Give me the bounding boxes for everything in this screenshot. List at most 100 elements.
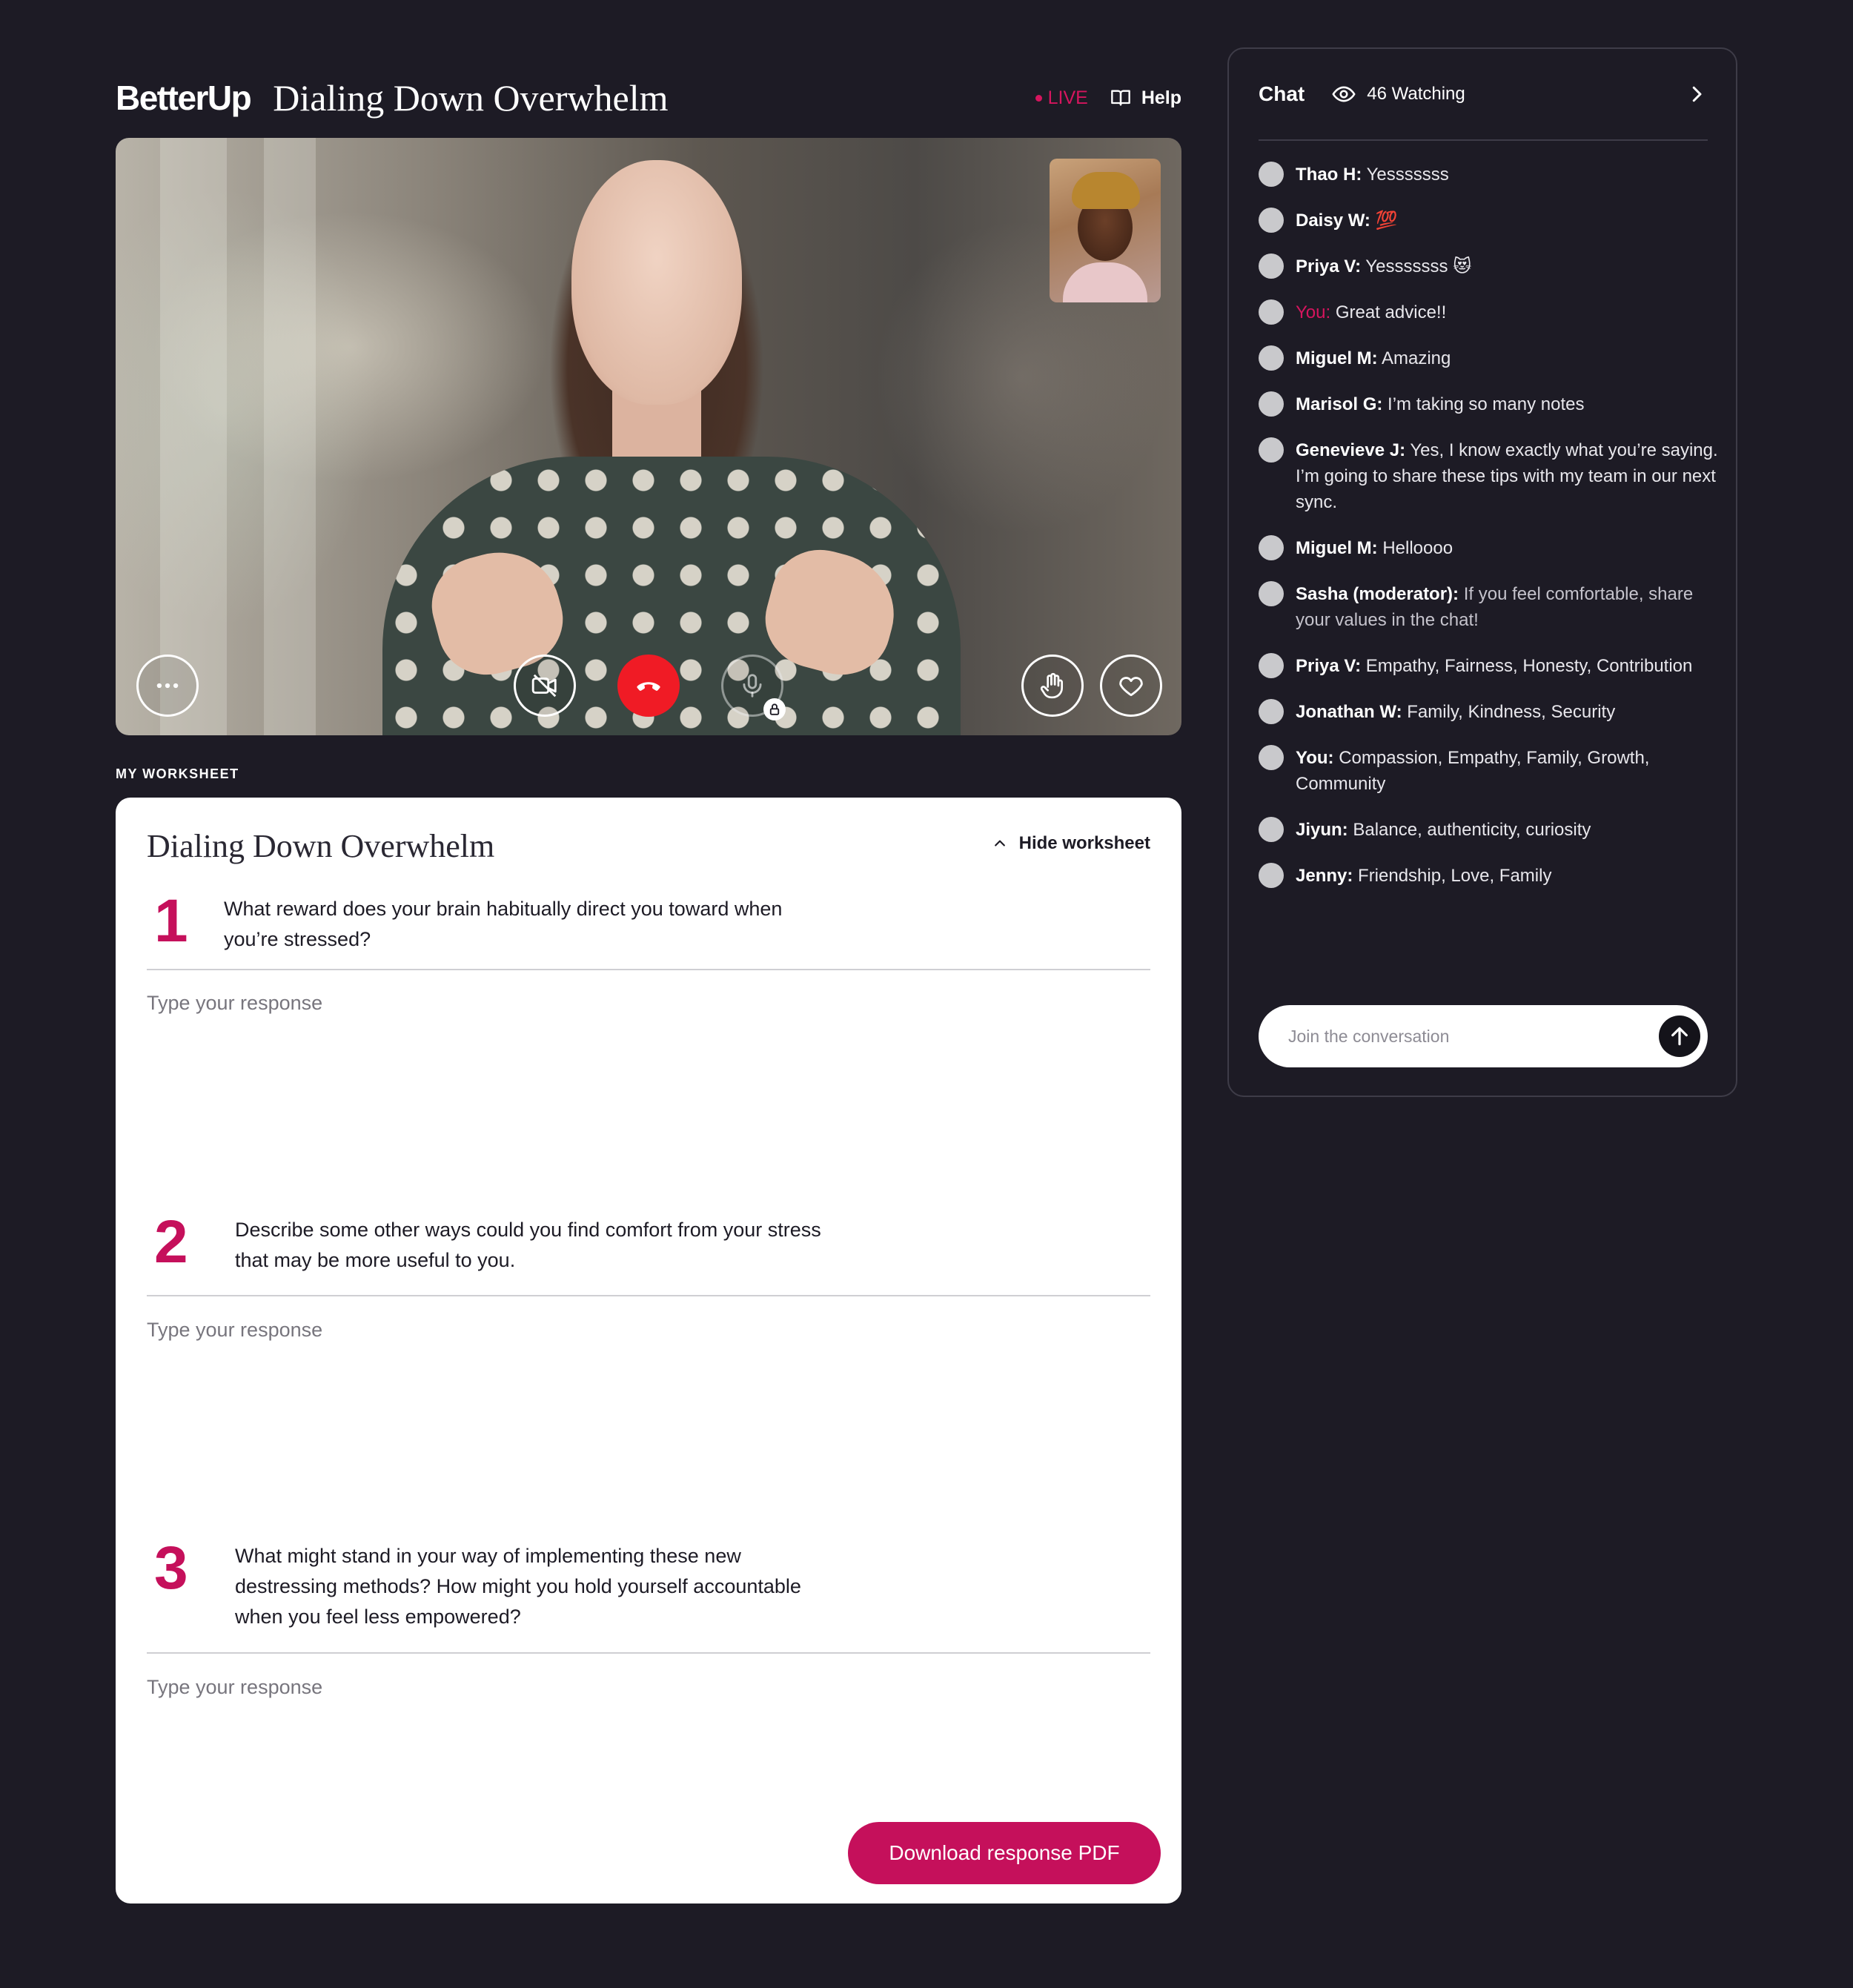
chat-message: Jenny: Friendship, Love, Family — [1259, 863, 1718, 889]
message-text: Great advice!! — [1335, 302, 1447, 322]
question-number: 2 — [154, 1208, 188, 1276]
message-author: Priya V: — [1296, 656, 1362, 676]
message-text: I’m taking so many notes — [1388, 394, 1585, 414]
question-number: 3 — [154, 1534, 188, 1602]
question-text: What reward does your brain habitually d… — [224, 898, 783, 950]
message-text: Family, Kindness, Security — [1407, 702, 1616, 722]
microphone-icon — [743, 674, 762, 698]
message-text: Empathy, Fairness, Honesty, Contribution — [1365, 656, 1693, 676]
chat-message: Miguel M: Amazing — [1259, 345, 1718, 371]
message-author: Priya V: — [1296, 256, 1362, 276]
self-view-thumbnail[interactable] — [1050, 159, 1161, 302]
heart-icon — [1119, 677, 1143, 697]
message-text: Friendship, Love, Family — [1358, 866, 1552, 886]
worksheet-title: Dialing Down Overwhelm — [147, 828, 495, 864]
message-text: Helloooo — [1382, 538, 1453, 558]
hide-worksheet-button[interactable]: Hide worksheet — [992, 833, 1150, 854]
response-input[interactable] — [147, 1319, 1150, 1482]
raise-hand-icon — [1040, 672, 1064, 699]
message-text: Yesssssss 😻 — [1365, 256, 1472, 276]
message-author: Genevieve J: — [1296, 440, 1406, 460]
page-title: Dialing Down Overwhelm — [273, 77, 669, 119]
message-text: Balance, authenticity, curiosity — [1353, 820, 1591, 840]
response-input[interactable] — [147, 992, 1150, 1155]
question-text: What might stand in your way of implemen… — [235, 1545, 801, 1628]
raise-hand-button[interactable] — [1021, 655, 1084, 717]
end-call-button[interactable] — [617, 655, 680, 717]
message-author: Sasha (moderator): — [1296, 584, 1459, 604]
divider — [147, 1652, 1150, 1654]
live-label: LIVE — [1047, 87, 1088, 108]
chat-message: Priya V: Empathy, Fairness, Honesty, Con… — [1259, 653, 1718, 679]
avatar — [1259, 817, 1284, 842]
question-number: 1 — [154, 887, 188, 955]
worksheet-card: Dialing Down Overwhelm Hide worksheet 1 … — [116, 798, 1181, 1903]
video-stage — [116, 138, 1181, 735]
chat-composer — [1259, 1005, 1708, 1067]
chat-message: You: Great advice!! — [1259, 299, 1718, 325]
microphone-button[interactable] — [721, 655, 786, 720]
avatar — [1259, 699, 1284, 724]
chat-message: Genevieve J: Yes, I know exactly what yo… — [1259, 437, 1718, 515]
chat-message: Jiyun: Balance, authenticity, curiosity — [1259, 817, 1718, 843]
ellipsis-icon — [156, 683, 179, 689]
betterup-logo[interactable]: BetterUp — [116, 78, 252, 118]
message-text: Yesssssss — [1366, 165, 1449, 185]
avatar — [1259, 581, 1284, 606]
message-author: You: — [1296, 302, 1331, 322]
chat-message: Marisol G: I’m taking so many notes — [1259, 391, 1718, 417]
watching-label: 46 Watching — [1367, 84, 1465, 104]
message-author: Jenny: — [1296, 866, 1353, 886]
avatar — [1259, 653, 1284, 678]
hide-worksheet-label: Hide worksheet — [1018, 833, 1150, 853]
avatar — [1259, 391, 1284, 417]
arrow-up-icon — [1671, 1027, 1688, 1046]
chevron-right-icon[interactable] — [1685, 83, 1708, 105]
avatar — [1259, 208, 1284, 233]
viewer-count: 46 Watching — [1331, 82, 1465, 107]
chat-message: You: Compassion, Empathy, Family, Growth… — [1259, 745, 1718, 797]
more-options-button[interactable] — [136, 655, 199, 717]
chat-header: Chat 46 Watching — [1259, 49, 1708, 141]
chat-message: Sasha (moderator): If you feel comfortab… — [1259, 581, 1718, 633]
chat-input[interactable] — [1288, 1005, 1644, 1067]
avatar — [1259, 299, 1284, 325]
message-author: Miguel M: — [1296, 348, 1378, 368]
message-text: Compassion, Empathy, Family, Growth, Com… — [1296, 748, 1650, 794]
header: BetterUp Dialing Down Overwhelm LIVE Hel… — [116, 71, 1181, 125]
chat-message-list: Thao H: Yesssssss Daisy W: 💯 Priya V: Ye… — [1259, 162, 1718, 909]
message-text: 💯 — [1375, 211, 1398, 231]
download-pdf-button[interactable]: Download response PDF — [848, 1822, 1161, 1884]
self-view-headwrap — [1072, 172, 1140, 209]
react-heart-button[interactable] — [1100, 655, 1162, 717]
avatar — [1259, 162, 1284, 187]
message-author: Jiyun: — [1296, 820, 1348, 840]
avatar — [1259, 254, 1284, 279]
camera-off-icon — [531, 674, 557, 698]
presenter-face — [571, 160, 742, 405]
chat-message: Daisy W: 💯 — [1259, 208, 1718, 233]
hang-up-icon — [637, 682, 660, 691]
divider — [147, 969, 1150, 970]
avatar — [1259, 437, 1284, 463]
avatar — [1259, 535, 1284, 560]
chevron-up-icon — [994, 840, 1005, 846]
help-link[interactable]: Help — [1110, 87, 1181, 109]
eye-icon — [1332, 86, 1356, 102]
chat-message: Priya V: Yesssssss 😻 — [1259, 254, 1718, 279]
message-author: Miguel M: — [1296, 538, 1378, 558]
message-author: Marisol G: — [1296, 394, 1383, 414]
live-indicator: LIVE — [1035, 87, 1088, 109]
message-author: Thao H: — [1296, 165, 1362, 185]
header-actions: LIVE Help — [1035, 87, 1181, 109]
message-text: Amazing — [1382, 348, 1451, 368]
question-text: Describe some other ways could you find … — [235, 1219, 821, 1271]
camera-toggle-button[interactable] — [514, 655, 576, 717]
live-dot-icon — [1035, 94, 1042, 102]
lock-icon — [763, 698, 786, 720]
response-input[interactable] — [147, 1676, 1150, 1802]
avatar — [1259, 345, 1284, 371]
message-author: You: — [1296, 748, 1334, 768]
help-label: Help — [1141, 87, 1181, 108]
send-button[interactable] — [1659, 1015, 1700, 1057]
